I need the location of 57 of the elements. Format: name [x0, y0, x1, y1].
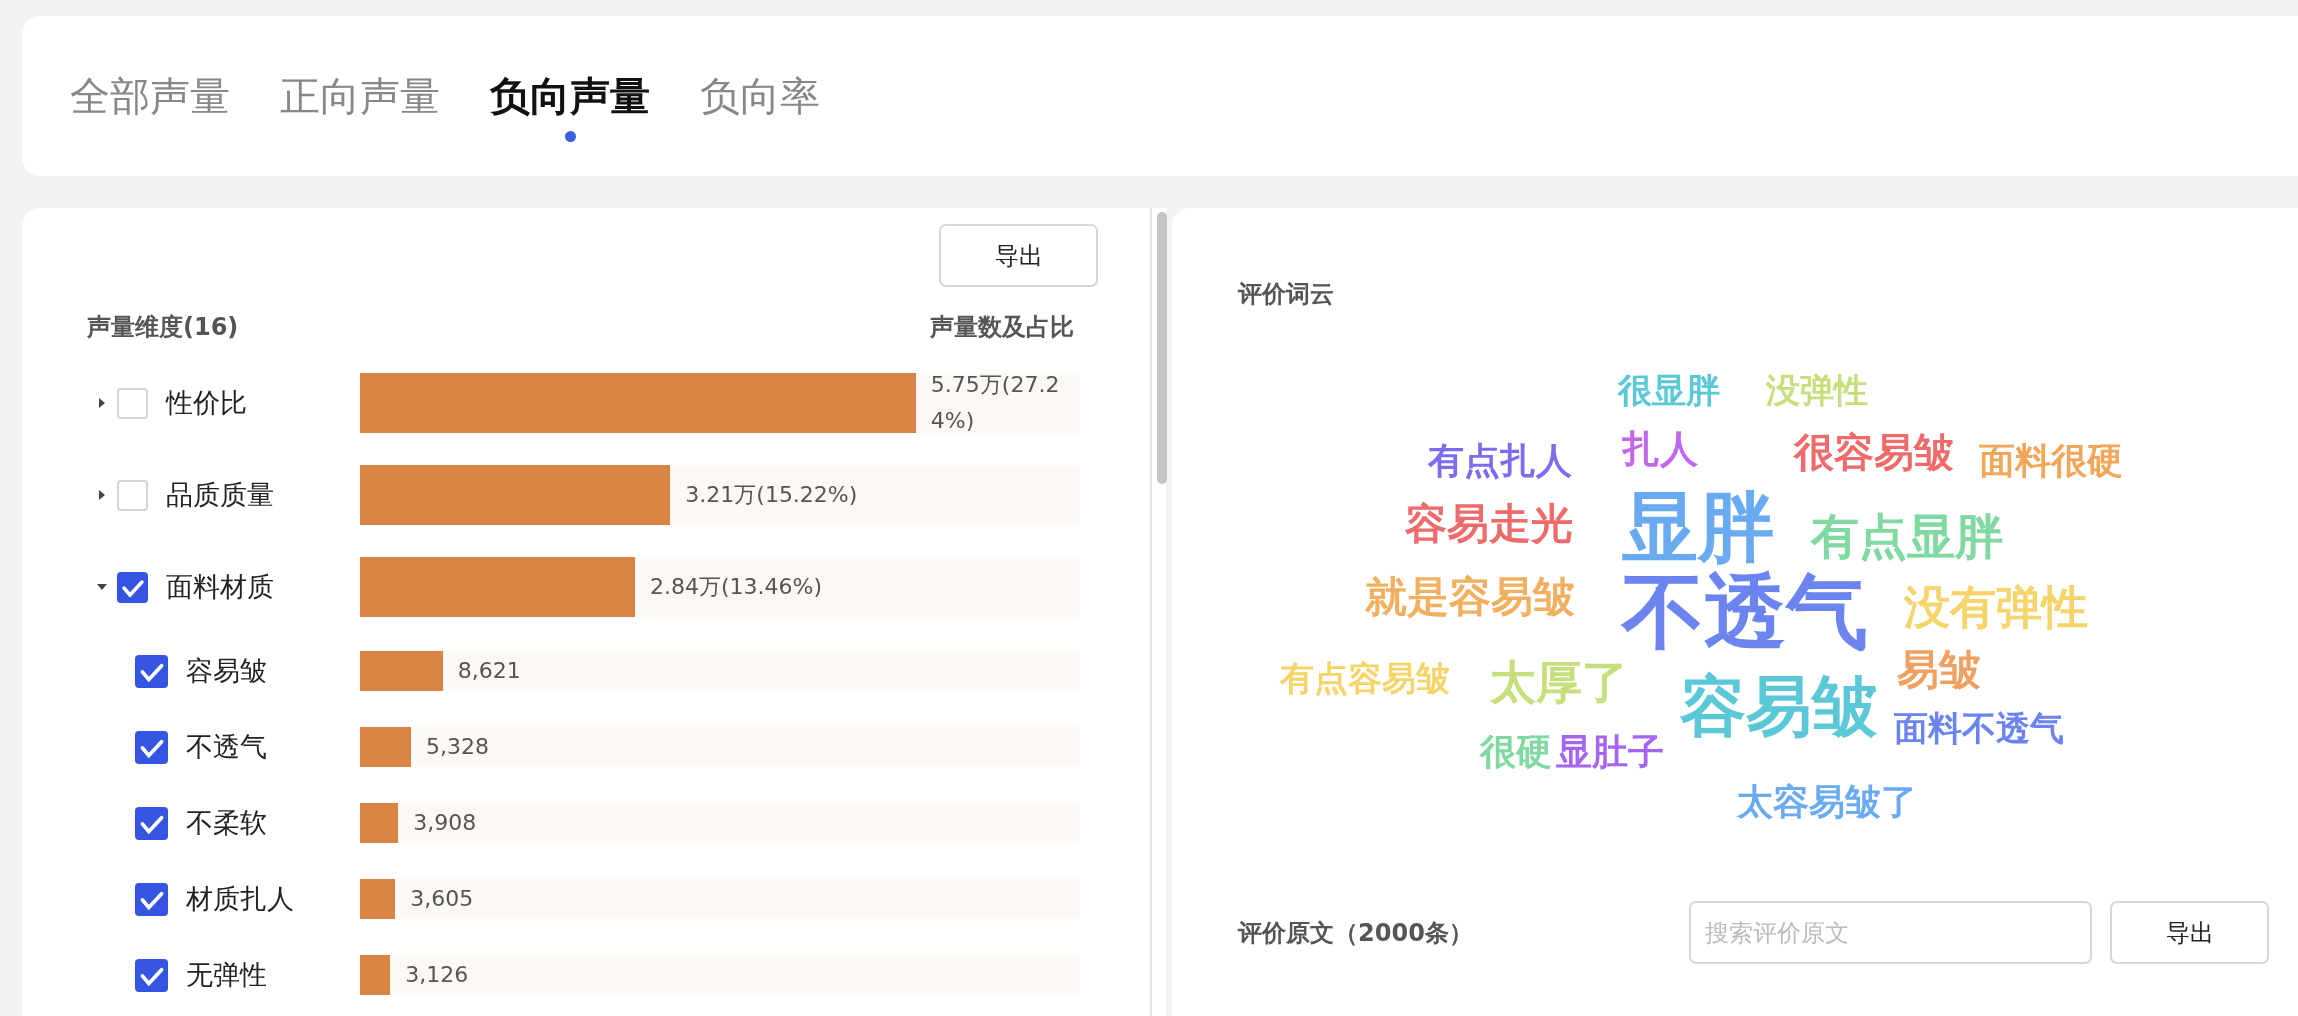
checkbox[interactable] [135, 806, 168, 840]
tab[interactable]: 全部声量 [70, 68, 230, 124]
cloud-word: 显肚子 [1556, 732, 1665, 772]
cloud-word: 不透气 [1622, 566, 1869, 658]
bar-value: 3,126 [405, 961, 469, 989]
scrollbar[interactable] [1150, 208, 1167, 1016]
cloud-word: 显胖 [1622, 485, 1775, 569]
bar-value: 3.21万(15.22%) [685, 481, 858, 509]
active-dot-icon [565, 130, 576, 142]
cloud-word: 没弹性 [1766, 372, 1869, 410]
bar-value: 3,605 [410, 885, 474, 913]
cloud-word: 有点扎人 [1428, 441, 1573, 481]
cloud-word: 容易走光 [1405, 500, 1574, 548]
search-field[interactable]: 搜索评价原文 [1689, 901, 2093, 964]
checkbox[interactable] [135, 882, 168, 916]
cloud-word: 面料不透气 [1894, 710, 2065, 748]
cloud-word: 很容易皱 [1794, 430, 1955, 474]
checkbox[interactable] [135, 730, 168, 764]
tab[interactable]: 正向声量 [280, 68, 440, 124]
column-header: 声量维度(16) [87, 312, 239, 343]
checkbox[interactable] [117, 387, 148, 419]
dimension-label: 不透气 [186, 730, 267, 764]
export-button[interactable]: 导出 [939, 224, 1099, 287]
bar-value: 3,908 [413, 809, 477, 837]
cloud-word: 就是容易皱 [1365, 573, 1576, 621]
cloud-word: 面料很硬 [1979, 441, 2124, 481]
cloud-word: 容易皱 [1680, 670, 1879, 744]
dimension-label: 容易皱 [186, 654, 267, 688]
bar-value: 5.75万(27.24%) [930, 371, 1061, 435]
cloud-word: 很显胖 [1618, 372, 1721, 410]
dimension-label: 性价比 [166, 386, 247, 420]
cloud-word: 太容易皱了 [1737, 782, 1918, 822]
export-button[interactable]: 导出 [2110, 901, 2270, 964]
section-title: 评价原文（2000条） [1238, 917, 1474, 949]
checkbox[interactable] [117, 479, 148, 511]
cloud-word: 易皱 [1897, 646, 1982, 694]
checkbox[interactable] [135, 654, 168, 688]
cloud-word: 太厚了 [1490, 656, 1629, 708]
dimension-label: 面料材质 [166, 570, 274, 604]
cloud-word: 有点显胖 [1811, 509, 2004, 563]
column-header: 声量数及占比 [930, 312, 1075, 343]
bar-value: 8,621 [457, 657, 521, 685]
bar-value: 2.84万(13.46%) [650, 573, 823, 601]
bar-value: 5,328 [426, 733, 490, 761]
dimension-label: 无弹性 [186, 958, 267, 992]
dimension-label: 材质扎人 [186, 882, 294, 916]
checkbox[interactable] [117, 571, 148, 603]
cloud-word: 很硬 [1480, 732, 1553, 772]
tab[interactable]: 负向率 [700, 68, 820, 124]
dimension-label: 品质质量 [166, 478, 274, 512]
cloud-word: 没有弹性 [1904, 581, 2089, 633]
dimension-label: 不柔软 [186, 806, 267, 840]
cloud-word: 有点容易皱 [1280, 660, 1451, 698]
checkbox[interactable] [135, 958, 168, 992]
cloud-word: 扎人 [1622, 429, 1699, 471]
section-title: 评价词云 [1238, 279, 1336, 310]
tab[interactable]: 负向声量 [490, 68, 650, 124]
